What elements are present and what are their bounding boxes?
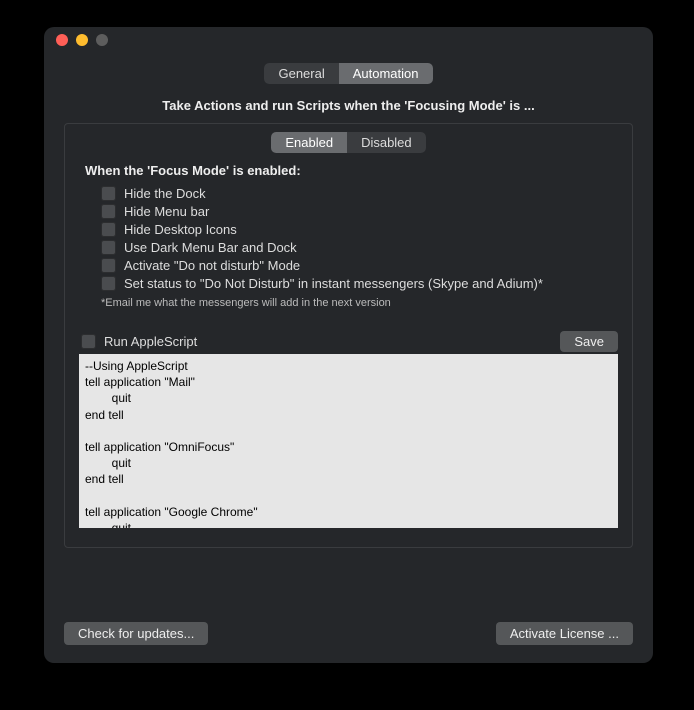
check-label: Use Dark Menu Bar and Dock xyxy=(124,240,297,255)
minimize-icon[interactable] xyxy=(76,34,88,46)
check-hide-dock[interactable]: Hide the Dock xyxy=(101,186,618,201)
close-icon[interactable] xyxy=(56,34,68,46)
check-label: Hide the Dock xyxy=(124,186,206,201)
check-updates-button[interactable]: Check for updates... xyxy=(64,622,208,645)
check-label: Hide Desktop Icons xyxy=(124,222,237,237)
messengers-note: *Email me what the messengers will add i… xyxy=(101,297,618,309)
maximize-icon xyxy=(96,34,108,46)
check-hide-menubar[interactable]: Hide Menu bar xyxy=(101,204,618,219)
check-dnd-mode[interactable]: Activate "Do not disturb" Mode xyxy=(101,258,618,273)
tab-enabled[interactable]: Enabled xyxy=(271,132,347,153)
check-label: Hide Menu bar xyxy=(124,204,209,219)
check-label: Set status to "Do Not Disturb" in instan… xyxy=(124,276,543,291)
check-label: Run AppleScript xyxy=(104,334,197,349)
applescript-textarea[interactable] xyxy=(79,354,618,528)
page-subtitle: Take Actions and run Scripts when the 'F… xyxy=(44,98,653,113)
automation-panel: Enabled Disabled When the 'Focus Mode' i… xyxy=(64,123,633,548)
checkbox-icon[interactable] xyxy=(101,276,116,291)
preferences-window: General Automation Take Actions and run … xyxy=(44,27,653,663)
tab-automation[interactable]: Automation xyxy=(339,63,433,84)
check-dnd-messengers[interactable]: Set status to "Do Not Disturb" in instan… xyxy=(101,276,618,291)
checkbox-icon[interactable] xyxy=(101,240,116,255)
check-label: Activate "Do not disturb" Mode xyxy=(124,258,300,273)
tab-disabled[interactable]: Disabled xyxy=(347,132,426,153)
check-dark-menubar-dock[interactable]: Use Dark Menu Bar and Dock xyxy=(101,240,618,255)
titlebar xyxy=(44,27,653,53)
check-hide-desktop-icons[interactable]: Hide Desktop Icons xyxy=(101,222,618,237)
section-title: When the 'Focus Mode' is enabled: xyxy=(85,163,618,178)
main-tabs: General Automation xyxy=(44,63,653,84)
checkbox-icon[interactable] xyxy=(101,186,116,201)
check-run-applescript[interactable]: Run AppleScript xyxy=(81,334,197,349)
activate-license-button[interactable]: Activate License ... xyxy=(496,622,633,645)
checkbox-icon[interactable] xyxy=(81,334,96,349)
checkbox-icon[interactable] xyxy=(101,204,116,219)
checkbox-icon[interactable] xyxy=(101,258,116,273)
state-tabs: Enabled Disabled xyxy=(79,132,618,153)
save-button[interactable]: Save xyxy=(560,331,618,352)
checkbox-icon[interactable] xyxy=(101,222,116,237)
tab-general[interactable]: General xyxy=(264,63,338,84)
